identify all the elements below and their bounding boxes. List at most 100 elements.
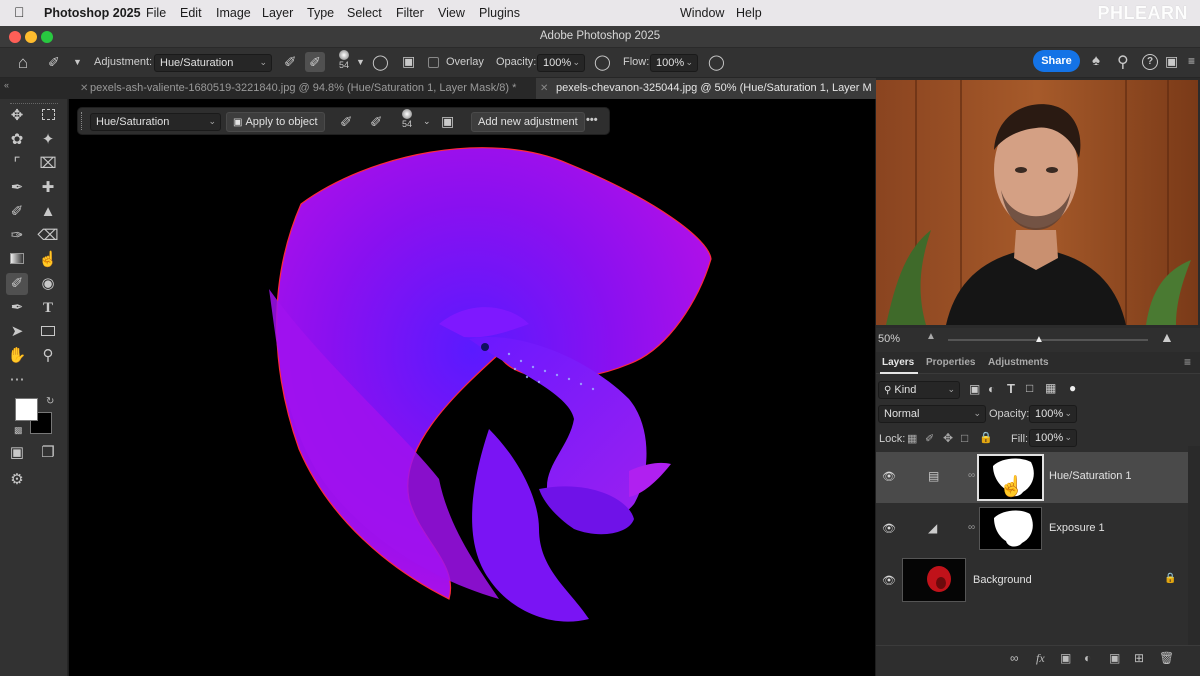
gradient-tool-icon[interactable] xyxy=(6,249,28,271)
adjustment-brush-tool-icon[interactable]: ✐ xyxy=(6,273,28,295)
apply-to-object-button[interactable]: ▣ Apply to object xyxy=(226,112,325,132)
new-group-icon[interactable]: ▣ xyxy=(1109,651,1120,665)
default-colors-icon[interactable]: ▩ xyxy=(14,425,23,436)
menu-layer[interactable]: Layer xyxy=(262,6,293,20)
filter-toggle-icon[interactable]: ● xyxy=(1069,381,1076,395)
tool-preset-chevron-icon[interactable]: ▼ xyxy=(73,57,82,67)
subtract-brush-icon[interactable]: ✐ xyxy=(284,53,297,71)
menu-window[interactable]: Window xyxy=(680,6,724,20)
menu-select[interactable]: Select xyxy=(347,6,382,20)
close-icon[interactable]: ✕ xyxy=(540,78,548,99)
ctx-add-brush-icon[interactable]: ✐ xyxy=(370,113,383,131)
magic-wand-tool-icon[interactable]: ✦ xyxy=(37,129,59,151)
history-brush-tool-icon[interactable]: ✑ xyxy=(6,225,28,247)
menu-file[interactable]: File xyxy=(146,6,166,20)
layer-opacity-field[interactable]: 100% ⌄ xyxy=(1029,405,1077,423)
blend-mode-select[interactable]: Normal ⌄ xyxy=(878,405,986,423)
filter-type-icon[interactable]: T xyxy=(1007,381,1015,396)
healing-brush-tool-icon[interactable]: ✚ xyxy=(37,177,59,199)
smudge-tool-icon[interactable]: ☝ xyxy=(37,249,59,271)
panel-menu-icon[interactable]: ≡ xyxy=(1184,355,1191,369)
document-canvas[interactable]: Hue/Saturation ⌄ ▣ Apply to object ✐ ✐ 54… xyxy=(69,99,875,676)
lock-pixels-icon[interactable]: ✐ xyxy=(925,432,934,445)
layer-row-exposure[interactable]: 👁 ◢ ∞ Exposure 1 xyxy=(876,503,1188,554)
tab-adjustments[interactable]: Adjustments xyxy=(988,357,1049,368)
more-options-icon[interactable]: ••• xyxy=(586,114,598,126)
mask-link-icon[interactable]: ∞ xyxy=(968,522,975,533)
close-icon[interactable]: ✕ xyxy=(80,78,88,99)
notifications-bell-icon[interactable]: ♠ xyxy=(1092,52,1100,69)
layer-effects-icon[interactable]: fx xyxy=(1036,651,1045,666)
ctx-brush-size-picker[interactable]: 54 xyxy=(398,109,416,129)
menu-image[interactable]: Image xyxy=(216,6,251,20)
share-button[interactable]: Share xyxy=(1033,50,1080,72)
menu-filter[interactable]: Filter xyxy=(396,6,424,20)
zoom-slider-track[interactable] xyxy=(948,339,1148,341)
swap-colors-icon[interactable]: ↻ xyxy=(46,396,54,407)
fill-field[interactable]: 100% ⌄ xyxy=(1029,429,1077,447)
panel-menu-icon[interactable]: ≡ xyxy=(1188,54,1195,68)
lock-all-icon[interactable]: 🔒 xyxy=(979,431,993,444)
edit-toolbar-icon[interactable]: ⚙ xyxy=(6,469,28,491)
menu-type[interactable]: Type xyxy=(307,6,334,20)
new-adjustment-layer-icon[interactable]: ◐ xyxy=(1084,651,1091,665)
layer-row-background[interactable]: 👁 Background 🔒 xyxy=(876,555,1188,606)
eraser-tool-icon[interactable]: ⌫ xyxy=(37,225,59,247)
menu-plugins[interactable]: Plugins xyxy=(479,6,520,20)
add-new-adjustment-button[interactable]: Add new adjustment xyxy=(471,112,585,132)
overlay-checkbox[interactable] xyxy=(428,57,439,68)
brush-size-picker[interactable]: 54 xyxy=(335,50,353,70)
dodge-tool-icon[interactable]: ◉ xyxy=(37,273,59,295)
menu-edit[interactable]: Edit xyxy=(180,6,202,20)
flow-field[interactable]: 100% ⌄ xyxy=(650,54,698,72)
frame-tool-icon[interactable]: ⌧ xyxy=(37,153,59,175)
opacity-field[interactable]: 100% ⌄ xyxy=(537,54,585,72)
tab-document-1[interactable]: ✕ pexels-ash-valiente-1680519-3221840.jp… xyxy=(76,78,534,99)
exposure-mask-thumbnail[interactable] xyxy=(979,507,1042,550)
link-layers-icon[interactable]: ∞ xyxy=(1010,651,1019,665)
path-selection-tool-icon[interactable]: ➤ xyxy=(6,321,28,343)
sample-all-layers-icon[interactable]: ▣ xyxy=(402,53,415,70)
lock-transparency-icon[interactable]: ▦ xyxy=(907,432,917,445)
more-tools-icon[interactable]: ⋯ xyxy=(6,369,28,391)
delete-layer-icon[interactable]: 🗑 xyxy=(1159,651,1174,665)
hue-saturation-mask-thumbnail[interactable]: ☝ xyxy=(977,454,1044,501)
tab-properties[interactable]: Properties xyxy=(926,357,975,368)
zoom-slider-handle[interactable]: ▲ xyxy=(1034,334,1044,345)
layer-name[interactable]: Exposure 1 xyxy=(1049,522,1105,534)
menu-help[interactable]: Help xyxy=(736,6,762,20)
ctx-subtract-brush-icon[interactable]: ✐ xyxy=(340,113,353,131)
pressure-size-icon[interactable]: ◯ xyxy=(372,53,389,71)
add-brush-icon[interactable]: ✐ xyxy=(305,52,325,72)
menu-app-name[interactable]: Photoshop 2025 xyxy=(44,6,141,20)
background-thumbnail[interactable] xyxy=(902,558,966,602)
new-layer-icon[interactable]: ⊞ xyxy=(1134,651,1144,665)
ctx-adjustment-select[interactable]: Hue/Saturation ⌄ xyxy=(90,113,221,131)
foreground-color-swatch-top[interactable] xyxy=(15,398,38,421)
airbrush-icon[interactable]: ◯ xyxy=(708,53,725,71)
rectangle-tool-icon[interactable] xyxy=(37,321,59,343)
collapse-toolbar-icon[interactable]: « xyxy=(4,80,9,90)
marquee-tool-icon[interactable] xyxy=(37,105,59,127)
ctx-brush-chevron-icon[interactable]: ⌄ xyxy=(423,116,431,127)
ctxbar-grip[interactable] xyxy=(81,112,85,130)
ctx-mask-options-icon[interactable]: ▣ xyxy=(441,113,454,130)
lock-artboard-icon[interactable]: □ xyxy=(961,431,968,445)
zoom-out-icon[interactable]: ▲ xyxy=(926,331,936,342)
filter-pixel-icon[interactable]: ▣ xyxy=(969,382,980,396)
type-tool-icon[interactable]: T xyxy=(37,297,59,319)
crop-tool-icon[interactable]: ⌜ xyxy=(6,153,28,175)
filter-smart-object-icon[interactable]: ▦ xyxy=(1045,381,1056,395)
quick-mask-icon[interactable]: ▣ xyxy=(6,442,28,464)
visibility-eye-icon[interactable]: 👁 xyxy=(882,574,896,587)
adjustment-select[interactable]: Hue/Saturation ⌄ xyxy=(154,54,272,72)
menu-view[interactable]: View xyxy=(438,6,465,20)
layer-row-hue-saturation[interactable]: 👁 ▤ ∞ ☝ Hue/Saturation 1 xyxy=(876,452,1188,503)
pressure-opacity-icon[interactable]: ◯ xyxy=(594,53,611,71)
tab-layers[interactable]: Layers xyxy=(882,357,914,368)
mask-link-icon[interactable]: ∞ xyxy=(968,470,975,481)
search-icon[interactable]: ⚲ xyxy=(1117,52,1129,72)
screen-mode-icon[interactable]: ❐ xyxy=(37,442,59,464)
brush-chevron-icon[interactable]: ▼ xyxy=(356,57,365,67)
layers-scrollbar[interactable] xyxy=(1188,446,1200,646)
